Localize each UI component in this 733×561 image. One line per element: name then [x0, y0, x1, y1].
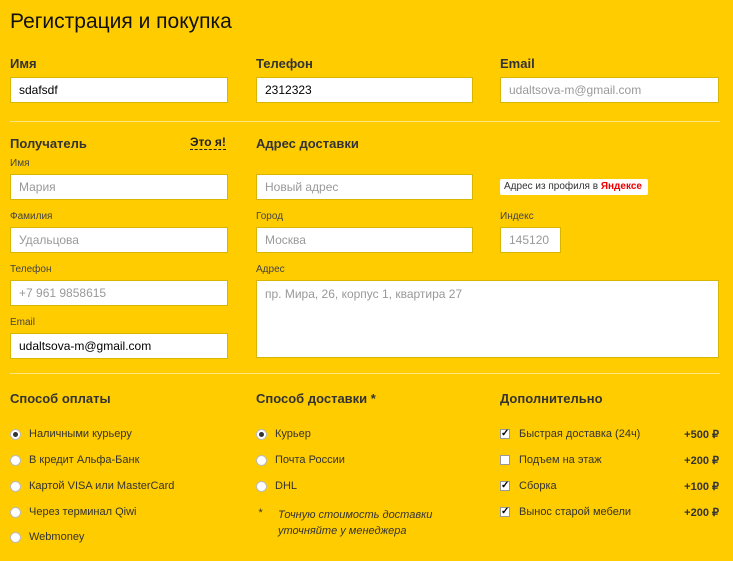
payment-option-label: Наличными курьеру [29, 428, 132, 440]
extra-checkbox-assembly[interactable]: ✓ [500, 481, 510, 491]
index-label: Индекс [500, 211, 534, 222]
first-name-input[interactable]: Мария [10, 174, 228, 200]
shipping-heading: Способ доставки * [256, 391, 376, 406]
shipping-radio-dhl[interactable] [256, 481, 267, 492]
name-label: Имя [10, 56, 37, 71]
recipient-email-label: Email [10, 317, 36, 328]
recipient-heading: Получатель [10, 136, 87, 151]
index-input[interactable]: 145120 [500, 227, 561, 253]
shipping-note: * Точную стоимость доставки уточняйте у … [258, 507, 432, 537]
payment-radio-credit[interactable] [10, 455, 21, 466]
shipping-option-label: Почта России [275, 454, 345, 466]
name-input[interactable]: sdafsdf [10, 77, 228, 103]
extra-price: +500 ₽ [684, 429, 719, 441]
its-me-link[interactable]: Это я! [190, 136, 226, 150]
extra-option-label: Сборка [519, 480, 557, 492]
extra-price: +100 ₽ [684, 481, 719, 493]
city-input[interactable]: Москва [256, 227, 473, 253]
extra-option-label: Подъем на этаж [519, 454, 602, 466]
payment-heading: Способ оплаты [10, 391, 111, 406]
email-input[interactable]: udaltsova-m@gmail.com [500, 77, 719, 103]
city-label: Город [256, 211, 284, 222]
first-name-label: Имя [10, 158, 30, 169]
extras-heading: Дополнительно [500, 391, 603, 406]
delivery-address-heading: Адрес доставки [256, 136, 359, 151]
recipient-email-input[interactable]: udaltsova-m@gmail.com [10, 333, 228, 359]
extra-checkbox-removal[interactable]: ✓ [500, 507, 510, 517]
payment-option-label: Картой VISA или MasterCard [29, 480, 175, 492]
payment-option-label: Webmoney [29, 531, 85, 543]
extra-price: +200 ₽ [684, 507, 719, 519]
payment-radio-qiwi[interactable] [10, 507, 21, 518]
address-label: Адрес [256, 264, 285, 275]
shipping-radio-courier[interactable] [256, 429, 267, 440]
recipient-phone-input[interactable]: +7 961 9858615 [10, 280, 228, 306]
phone-input[interactable]: 2312323 [256, 77, 473, 103]
email-label: Email [500, 56, 535, 71]
address-from-profile-button[interactable]: Адрес из профиля в Яндексе [500, 179, 648, 195]
profile-button-label: Адрес из профиля в [504, 181, 601, 192]
extra-price: +200 ₽ [684, 455, 719, 467]
recipient-phone-label: Телефон [10, 264, 52, 275]
payment-option-label: В кредит Альфа-Банк [29, 454, 140, 466]
extra-option-label: Быстрая доставка (24ч) [519, 428, 641, 440]
extra-checkbox-lift[interactable] [500, 455, 510, 465]
address-textarea[interactable]: пр. Мира, 26, корпус 1, квартира 27 [256, 280, 719, 358]
shipping-option-label: DHL [275, 480, 298, 492]
yandex-logo: Яндексе [600, 181, 642, 192]
divider [10, 373, 720, 374]
phone-label: Телефон [256, 56, 313, 71]
extra-option-label: Вынос старой мебели [519, 506, 632, 518]
new-address-input[interactable]: Новый адрес [256, 174, 473, 200]
shipping-note-text: Точную стоимость доставки уточняйте у ме… [278, 509, 433, 537]
payment-radio-card[interactable] [10, 481, 21, 492]
shipping-option-label: Курьер [275, 428, 311, 440]
payment-radio-webmoney[interactable] [10, 532, 21, 543]
last-name-label: Фамилия [10, 211, 53, 222]
shipping-radio-post[interactable] [256, 455, 267, 466]
page-title: Регистрация и покупка [10, 10, 232, 33]
asterisk-mark: * [258, 507, 263, 519]
payment-radio-cash[interactable] [10, 429, 21, 440]
last-name-input[interactable]: Удальцова [10, 227, 228, 253]
divider [10, 121, 720, 122]
extra-checkbox-fast-delivery[interactable]: ✓ [500, 429, 510, 439]
payment-option-label: Через терминал Qiwi [29, 506, 137, 518]
